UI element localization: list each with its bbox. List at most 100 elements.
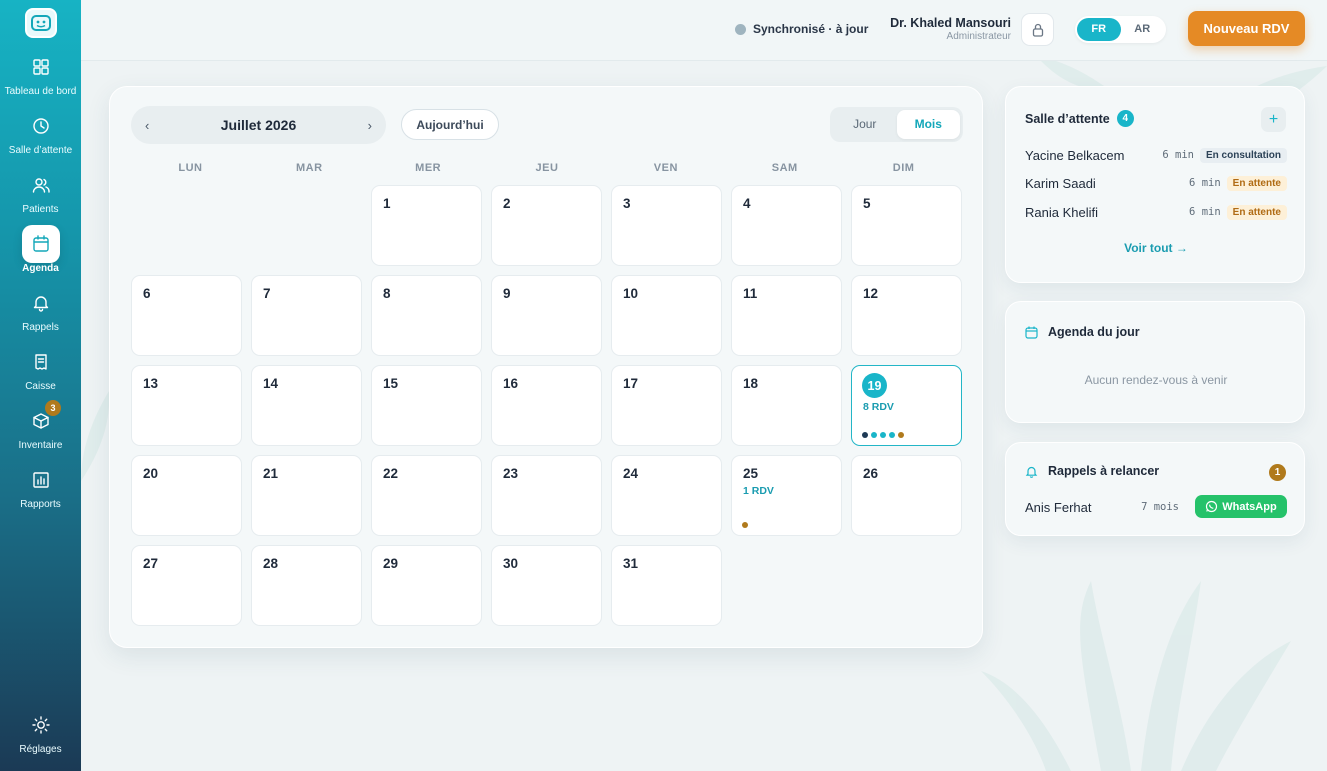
calendar-day-today[interactable]: 19 8 RDV bbox=[851, 365, 962, 446]
day-number: 11 bbox=[743, 286, 758, 301]
next-month-button[interactable]: › bbox=[368, 118, 372, 133]
day-number: 22 bbox=[383, 466, 399, 481]
calendar-day[interactable]: 17 bbox=[611, 365, 722, 446]
sidebar-item-agenda[interactable]: Agenda bbox=[0, 225, 81, 284]
calendar-icon bbox=[21, 225, 60, 263]
calendar-day[interactable]: 4 bbox=[731, 185, 842, 266]
inventory-badge: 3 bbox=[45, 400, 61, 416]
weekday-header: LUN MAR MER JEU VEN SAM DIM bbox=[131, 162, 963, 174]
tooth-logo-icon bbox=[30, 15, 51, 31]
new-appointment-button[interactable]: Nouveau RDV bbox=[1188, 11, 1305, 46]
calendar-day[interactable]: 6 bbox=[131, 275, 242, 356]
lock-button[interactable] bbox=[1021, 13, 1054, 46]
calendar-day[interactable]: 7 bbox=[251, 275, 362, 356]
user-role: Administrateur bbox=[946, 31, 1011, 42]
day-number: 26 bbox=[863, 466, 879, 481]
calendar-day[interactable]: 8 bbox=[371, 275, 482, 356]
appointment-count: 1 RDV bbox=[743, 485, 774, 497]
day-number: 24 bbox=[623, 466, 639, 481]
calendar-day[interactable]: 15 bbox=[371, 365, 482, 446]
sidebar-item-rapports[interactable]: Rapports bbox=[0, 461, 81, 520]
calendar-day[interactable]: 18 bbox=[731, 365, 842, 446]
calendar-day[interactable]: 14 bbox=[251, 365, 362, 446]
user-name: Dr. Khaled Mansouri bbox=[890, 16, 1011, 30]
whatsapp-icon bbox=[1206, 500, 1218, 513]
grid-icon bbox=[22, 48, 60, 86]
calendar-day[interactable]: 2 bbox=[491, 185, 602, 266]
chart-icon bbox=[22, 461, 60, 499]
calendar-day[interactable]: 27 bbox=[131, 545, 242, 626]
calendar-card: ‹ Juillet 2026 › Aujourd’hui Jour Mois L… bbox=[109, 86, 983, 648]
sidebar-item-patients[interactable]: Patients bbox=[0, 166, 81, 225]
calendar-day[interactable]: 5 bbox=[851, 185, 962, 266]
panel-title: Salle d’attente 4 bbox=[1025, 110, 1134, 127]
sidebar-item-label: Rapports bbox=[20, 499, 61, 510]
panel-title: Agenda du jour bbox=[1025, 325, 1140, 339]
calendar-day[interactable]: 3 bbox=[611, 185, 722, 266]
app-logo[interactable] bbox=[24, 8, 57, 38]
reminder-delay: 7 mois bbox=[1141, 501, 1179, 513]
sidebar-item-tableau-de-bord[interactable]: Tableau de bord bbox=[0, 48, 81, 107]
sidebar-item-label: Tableau de bord bbox=[4, 86, 77, 97]
calendar-day[interactable]: 12 bbox=[851, 275, 962, 356]
sidebar-item-salle-d-attente[interactable]: Salle d’attente bbox=[0, 107, 81, 166]
day-number: 25 bbox=[743, 466, 759, 481]
waiting-count-badge: 4 bbox=[1116, 110, 1134, 127]
calendar-day[interactable]: 30 bbox=[491, 545, 602, 626]
users-icon bbox=[22, 166, 60, 204]
status-badge: En consultation bbox=[1200, 147, 1287, 163]
waiting-row[interactable]: Karim Saadi 6 min En attente bbox=[1025, 173, 1287, 193]
sync-text: Synchronisé · à jour bbox=[753, 22, 869, 36]
appointment-dots bbox=[862, 432, 904, 438]
reminders-title: Rappels à relancer bbox=[1048, 464, 1160, 478]
appointment-dot bbox=[742, 522, 748, 528]
sidebar-item-label: Réglages bbox=[19, 744, 62, 755]
appointment-dot bbox=[889, 432, 895, 438]
calendar-day[interactable]: 11 bbox=[731, 275, 842, 356]
sidebar-item-settings[interactable]: Réglages bbox=[0, 706, 81, 765]
month-navigator: ‹ Juillet 2026 › bbox=[131, 106, 386, 144]
day-number: 31 bbox=[623, 556, 639, 571]
view-month-tab[interactable]: Mois bbox=[896, 110, 960, 139]
calendar-day[interactable]: 20 bbox=[131, 455, 242, 536]
month-title: Juillet 2026 bbox=[220, 117, 297, 133]
sidebar-item-label: Rappels bbox=[22, 322, 59, 333]
lang-fr-button[interactable]: FR bbox=[1077, 18, 1121, 41]
waiting-row[interactable]: Rania Khelifi 6 min En attente bbox=[1025, 202, 1287, 222]
calendar-day[interactable]: 1 bbox=[371, 185, 482, 266]
day-number: 21 bbox=[263, 466, 279, 481]
view-day-tab[interactable]: Jour bbox=[833, 110, 897, 139]
patient-name: Yacine Belkacem bbox=[1025, 147, 1125, 163]
sun-gear-icon bbox=[22, 706, 60, 744]
sidebar-item-rappels[interactable]: Rappels bbox=[0, 284, 81, 343]
whatsapp-button[interactable]: WhatsApp bbox=[1195, 495, 1287, 518]
see-all-link[interactable]: Voir tout → bbox=[1006, 241, 1306, 255]
calendar-day[interactable]: 9 bbox=[491, 275, 602, 356]
calendar-day[interactable]: 16 bbox=[491, 365, 602, 446]
calendar-day[interactable]: 22 bbox=[371, 455, 482, 536]
calendar-day[interactable]: 13 bbox=[131, 365, 242, 446]
wait-time: 6 min bbox=[1189, 177, 1221, 189]
calendar-day[interactable]: 26 bbox=[851, 455, 962, 536]
add-waiting-button[interactable]: + bbox=[1261, 107, 1286, 132]
agenda-day-panel: Agenda du jour Aucun rendez-vous à venir bbox=[1005, 301, 1305, 423]
prev-month-button[interactable]: ‹ bbox=[145, 118, 149, 133]
calendar-day[interactable]: 24 bbox=[611, 455, 722, 536]
calendar-day[interactable]: 29 bbox=[371, 545, 482, 626]
calendar-day[interactable]: 21 bbox=[251, 455, 362, 536]
bell-icon bbox=[1025, 466, 1038, 478]
waiting-room-title: Salle d’attente bbox=[1025, 111, 1110, 126]
lang-ar-button[interactable]: AR bbox=[1121, 18, 1165, 41]
panel-title: Rappels à relancer bbox=[1025, 464, 1159, 478]
calendar-day[interactable]: 10 bbox=[611, 275, 722, 356]
calendar-day[interactable]: 28 bbox=[251, 545, 362, 626]
calendar-day[interactable]: 25 1 RDV bbox=[731, 455, 842, 536]
today-button[interactable]: Aujourd’hui bbox=[401, 109, 499, 140]
waiting-row[interactable]: Yacine Belkacem 6 min En consultation bbox=[1025, 145, 1287, 165]
calendar-day[interactable]: 31 bbox=[611, 545, 722, 626]
calendar-day[interactable]: 23 bbox=[491, 455, 602, 536]
sidebar-item-inventaire[interactable]: Inventaire 3 bbox=[0, 400, 81, 461]
sidebar-item-caisse[interactable]: Caisse bbox=[0, 343, 81, 402]
agenda-day-title: Agenda du jour bbox=[1048, 325, 1140, 339]
weekday-label: LUN bbox=[178, 162, 203, 174]
